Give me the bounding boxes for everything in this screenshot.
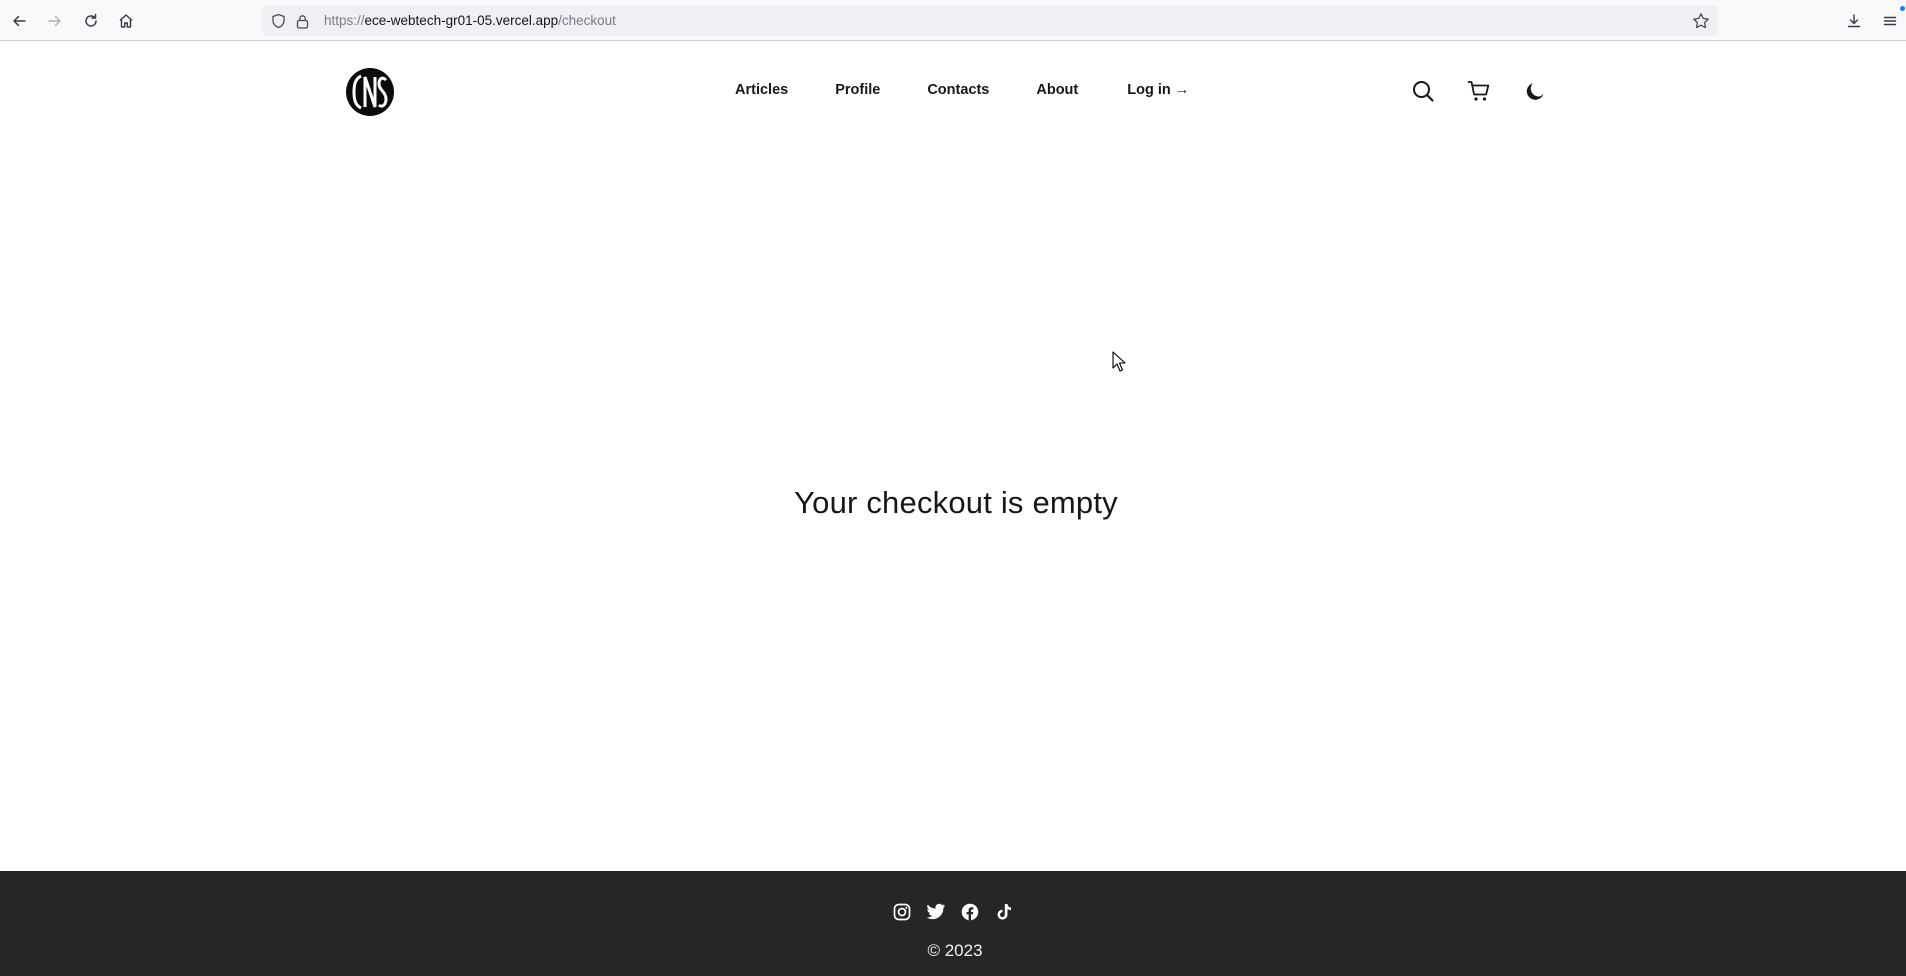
url-host: ece-webtech-gr01-05.vercel.app: [364, 13, 559, 28]
url-path: /checkout: [558, 13, 616, 28]
notification-dot: [1900, 6, 1905, 11]
bookmark-star-icon[interactable]: [1692, 12, 1710, 30]
social-links: [891, 901, 1027, 923]
shield-icon[interactable]: [270, 13, 286, 29]
reload-icon[interactable]: [77, 7, 105, 35]
download-icon[interactable]: [1840, 7, 1868, 35]
mouse-cursor-icon: [1112, 351, 1126, 372]
instagram-icon[interactable]: [891, 901, 913, 923]
site-header: Articles Profile Contacts About Log in →: [0, 41, 1906, 141]
nav-profile[interactable]: Profile: [835, 82, 880, 98]
cns-logo[interactable]: [345, 67, 395, 117]
login-link[interactable]: Log in →: [1127, 82, 1189, 98]
menu-icon[interactable]: [1876, 6, 1905, 35]
browser-toolbar: https://ece-webtech-gr01-05.vercel.app/c…: [0, 0, 1906, 41]
tiktok-icon[interactable]: [993, 901, 1015, 923]
checkout-main: Your checkout is empty: [0, 141, 1906, 871]
home-icon[interactable]: [112, 7, 140, 35]
facebook-icon[interactable]: [959, 901, 981, 923]
copyright-text: © 2023: [927, 941, 983, 960]
cart-icon[interactable]: [1465, 77, 1493, 105]
empty-checkout-message: Your checkout is empty: [794, 485, 1118, 520]
search-icon[interactable]: [1409, 77, 1437, 105]
main-nav: Articles Profile Contacts About Log in →: [735, 82, 1236, 98]
twitter-icon[interactable]: [925, 901, 947, 923]
url-scheme: https://: [324, 13, 365, 28]
dark-mode-moon-icon[interactable]: [1521, 77, 1549, 105]
forward-icon[interactable]: [41, 7, 69, 35]
nav-contacts[interactable]: Contacts: [927, 82, 989, 98]
url-text[interactable]: https://ece-webtech-gr01-05.vercel.app/c…: [324, 13, 616, 29]
nav-about[interactable]: About: [1036, 82, 1078, 98]
site-footer: © 2023: [0, 871, 1906, 976]
back-icon[interactable]: [5, 7, 33, 35]
lock-icon[interactable]: [294, 13, 310, 29]
url-bar[interactable]: https://ece-webtech-gr01-05.vercel.app/c…: [262, 6, 1718, 36]
nav-articles[interactable]: Articles: [735, 82, 788, 98]
